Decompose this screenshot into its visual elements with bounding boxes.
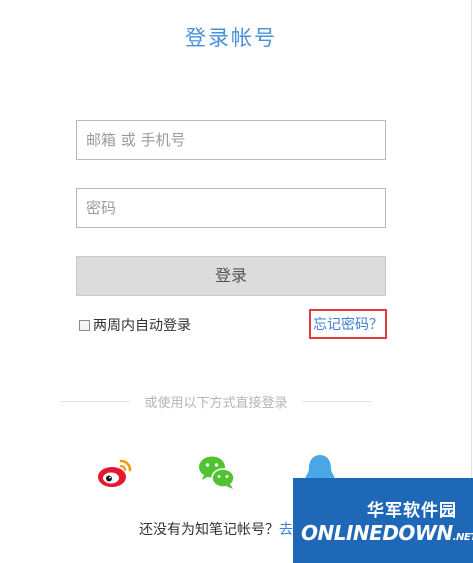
login-panel: 登录帐号 登录 两周内自动登录 忘记密码？ 或使用以下方式直接登录 [0, 0, 473, 563]
remember-label[interactable]: 两周内自动登录 [93, 315, 191, 335]
watermark-brand: ONLINEDOWN [301, 521, 453, 545]
login-button[interactable]: 登录 [76, 256, 386, 296]
remember-me: 两周内自动登录 [79, 315, 191, 335]
watermark-overlay: 华军软件园 ONLINEDOWN.NET [293, 478, 473, 563]
divider-right [302, 401, 372, 402]
password-input[interactable] [76, 188, 386, 228]
forgot-password-link[interactable]: 忘记密码？ [309, 309, 387, 339]
signup-text: 还没有为知笔记帐号？ [139, 522, 279, 538]
divider-left [60, 401, 130, 402]
alt-login-text: 或使用以下方式直接登录 [144, 396, 288, 411]
wechat-icon [199, 456, 235, 489]
forgot-password-label[interactable]: 忘记密码？ [313, 314, 383, 334]
signup-link[interactable]: 去 [279, 522, 293, 538]
remember-checkbox[interactable] [79, 319, 90, 331]
page-title: 登录帐号 [185, 26, 277, 50]
watermark-suffix: .NET [452, 532, 473, 543]
watermark-chinese: 华军软件园 [367, 501, 457, 521]
signup-prompt: 还没有为知笔记帐号？去 [139, 519, 293, 539]
watermark-english: ONLINEDOWN.NET [301, 521, 473, 545]
weibo-login-button[interactable] [95, 452, 135, 492]
weibo-icon [98, 459, 132, 487]
account-input[interactable] [76, 120, 386, 160]
wechat-login-button[interactable] [197, 452, 237, 492]
